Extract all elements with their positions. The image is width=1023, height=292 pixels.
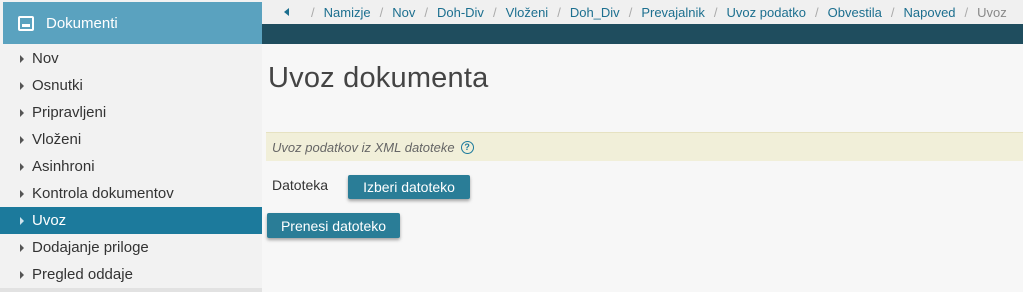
sidebar-item-kontrola-dokumentov[interactable]: Kontrola dokumentov	[0, 180, 262, 207]
breadcrumb-link-obvestila[interactable]: Obvestila	[828, 5, 882, 20]
file-label: Datoteka	[272, 177, 329, 193]
breadcrumb-link-namizje[interactable]: Namizje	[324, 5, 371, 20]
sidebar-item-asinhroni[interactable]: Asinhroni	[0, 153, 262, 180]
sidebar-item-label: Dodajanje priloge	[32, 239, 149, 256]
breadcrumb-separator: /	[311, 4, 315, 20]
info-message: Uvoz podatkov iz XML datoteke ?	[266, 132, 1023, 161]
caret-right-icon	[20, 270, 24, 279]
info-text: Uvoz podatkov iz XML datoteke	[272, 139, 455, 155]
caret-right-icon	[20, 81, 24, 90]
sidebar-item-pripravljeni[interactable]: Pripravljeni	[0, 99, 262, 126]
sidebar-item-label: Asinhroni	[32, 158, 95, 175]
breadcrumb: / Namizje / Nov / Doh-Div / Vloženi / Do…	[262, 0, 1023, 24]
sidebar-item-label: Uvoz	[32, 212, 67, 229]
caret-right-icon	[20, 243, 24, 252]
sidebar-item-label: Pregled oddaje	[32, 266, 133, 283]
sidebar-title: Dokumenti	[46, 14, 118, 32]
inbox-icon	[18, 15, 34, 31]
breadcrumb-separator: /	[815, 4, 819, 20]
breadcrumb-link-nov[interactable]: Nov	[392, 5, 415, 20]
sidebar-header[interactable]: Dokumenti	[3, 2, 262, 44]
breadcrumb-link-uvoz-podatko[interactable]: Uvoz podatko	[727, 5, 807, 20]
sidebar-divider	[0, 288, 262, 292]
breadcrumb-link-doh_div[interactable]: Doh_Div	[570, 5, 620, 20]
sidebar-item-nov[interactable]: Nov	[0, 45, 262, 72]
sidebar-items: Nov Osnutki Pripravljeni Vloženi Asinhro…	[0, 45, 262, 288]
caret-right-icon	[20, 162, 24, 171]
select-file-button[interactable]: Izberi datoteko	[348, 175, 470, 199]
sidebar-item-label: Nov	[32, 50, 59, 67]
sidebar-item-osnutki[interactable]: Osnutki	[0, 72, 262, 99]
sidebar-item-vlozeni[interactable]: Vloženi	[0, 126, 262, 153]
breadcrumb-link-prevajalnik[interactable]: Prevajalnik	[641, 5, 705, 20]
sidebar-item-dodajanje-priloge[interactable]: Dodajanje priloge	[0, 234, 262, 261]
caret-right-icon	[20, 54, 24, 63]
breadcrumb-link-doh-div[interactable]: Doh-Div	[437, 5, 484, 20]
sidebar-item-label: Vloženi	[32, 131, 82, 148]
sidebar-item-pregled-oddaje[interactable]: Pregled oddaje	[0, 261, 262, 288]
breadcrumb-separator: /	[492, 4, 497, 20]
back-arrow-icon[interactable]	[284, 8, 289, 16]
sidebar-item-uvoz[interactable]: Uvoz	[0, 207, 262, 234]
breadcrumb-separator: /	[713, 4, 718, 20]
page-title: Uvoz dokumenta	[268, 62, 489, 94]
breadcrumb-separator: /	[628, 4, 633, 20]
breadcrumb-separator: /	[964, 4, 969, 20]
sidebar-item-label: Osnutki	[32, 77, 83, 94]
sidebar: Dokumenti Nov Osnutki Pripravljeni Vlože…	[0, 0, 262, 292]
breadcrumb-separator: /	[557, 4, 561, 20]
caret-right-icon	[20, 108, 24, 117]
header-bar	[262, 24, 1023, 44]
upload-file-button[interactable]: Prenesi datoteko	[267, 213, 400, 238]
breadcrumb-separator: /	[890, 4, 895, 20]
sidebar-item-label: Kontrola dokumentov	[32, 185, 174, 202]
help-icon[interactable]: ?	[460, 140, 474, 154]
breadcrumb-separator: /	[424, 4, 428, 20]
breadcrumb-current: Uvoz	[977, 4, 1007, 20]
caret-right-icon	[20, 216, 24, 225]
caret-right-icon	[20, 135, 24, 144]
sidebar-item-label: Pripravljeni	[32, 104, 107, 121]
breadcrumb-link-napoved[interactable]: Napoved	[903, 5, 955, 20]
breadcrumb-separator: /	[379, 4, 384, 20]
caret-right-icon	[20, 189, 24, 198]
breadcrumb-link-vlozeni[interactable]: Vloženi	[506, 5, 549, 20]
